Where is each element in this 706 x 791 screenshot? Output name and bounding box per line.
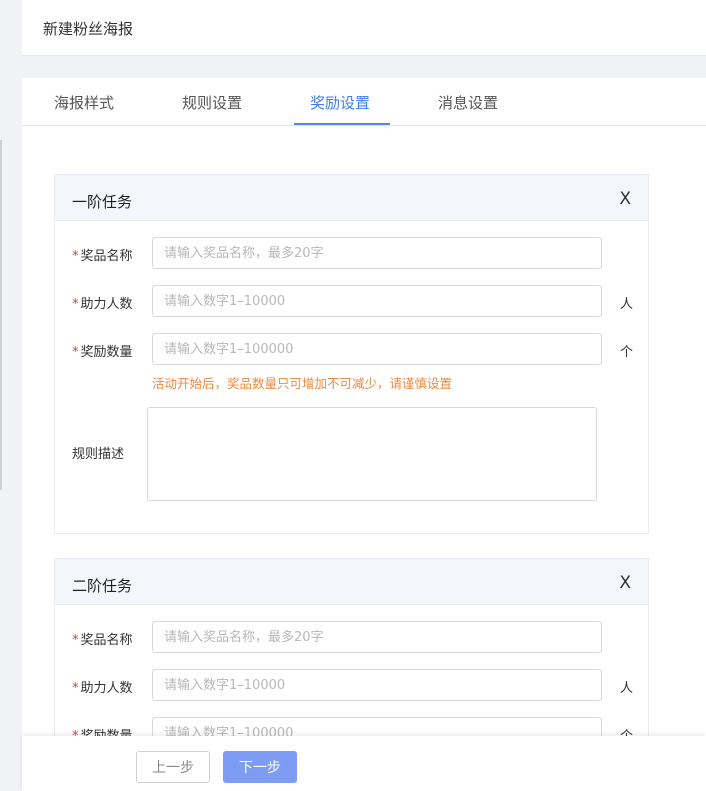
active-tab-indicator [294,123,390,125]
next-step-button[interactable]: 下一步 [223,751,297,783]
helpers-input[interactable] [152,669,602,701]
quantity-input[interactable] [152,333,602,365]
footer-bar: 上一步 下一步 [22,736,706,791]
helpers-row: *助力人数 人 [55,669,648,703]
page-header: 新建粉丝海报 [22,0,706,56]
prize-name-input[interactable] [152,237,602,269]
required-mark: * [72,633,79,648]
prize-name-input[interactable] [152,621,602,653]
prize-name-label: * 奖品名称 [72,245,133,264]
tab-poster-style[interactable]: 海报样式 [54,92,114,113]
tab-reward-settings[interactable]: 奖励设置 [310,92,370,113]
close-icon[interactable]: X [619,573,631,593]
label-text: 助力人数 [80,297,133,312]
required-mark: * [72,681,79,696]
label-text: 奖品名称 [80,633,133,648]
rule-description-textarea[interactable] [147,407,597,501]
main-panel: 海报样式 规则设置 奖励设置 消息设置 一阶任务 X *奖品名称 *助力人数 人… [22,78,706,791]
quantity-unit: 个 [620,345,634,360]
tab-rule-settings[interactable]: 规则设置 [182,92,242,113]
task-card-1: 一阶任务 X *奖品名称 *助力人数 人 *奖励数量 个 活动开始后，奖品数量只… [54,174,649,534]
prev-step-button[interactable]: 上一步 [136,751,210,783]
required-mark: * [72,345,79,360]
tab-bar: 海报样式 规则设置 奖励设置 消息设置 [22,78,706,126]
helpers-label: * 助力人数 [72,677,133,696]
label-text: 奖励数量 [80,345,133,360]
helpers-row: *助力人数 人 [55,285,648,319]
card-title: 一阶任务 [72,193,133,211]
prize-name-label: * 奖品名称 [72,629,133,648]
label-text: 奖品名称 [80,249,133,264]
required-mark: * [72,249,79,264]
helpers-unit: 人 [620,681,634,696]
helpers-unit: 人 [620,297,634,312]
card-header: 一阶任务 X [55,175,648,221]
prize-name-row: * 奖品名称 [55,237,648,271]
quantity-warning: 活动开始后，奖品数量只可增加不可减少，请谨慎设置 [152,376,453,391]
helpers-label: * 助力人数 [72,293,133,312]
label-text: 助力人数 [80,681,133,696]
left-strip [0,0,22,791]
required-mark: * [72,297,79,312]
card-title: 二阶任务 [72,577,133,595]
close-icon[interactable]: X [619,189,631,209]
rule-description-label: 规则描述 [72,447,125,462]
scroll-divider [0,140,2,490]
helpers-input[interactable] [152,285,602,317]
card-header: 二阶任务 X [55,559,648,605]
page-title: 新建粉丝海报 [43,20,134,38]
tab-message-settings[interactable]: 消息设置 [438,92,498,113]
quantity-label: *奖励数量 [72,341,133,360]
quantity-row: *奖励数量 个 [55,333,648,367]
prize-name-row: * 奖品名称 [55,621,648,655]
